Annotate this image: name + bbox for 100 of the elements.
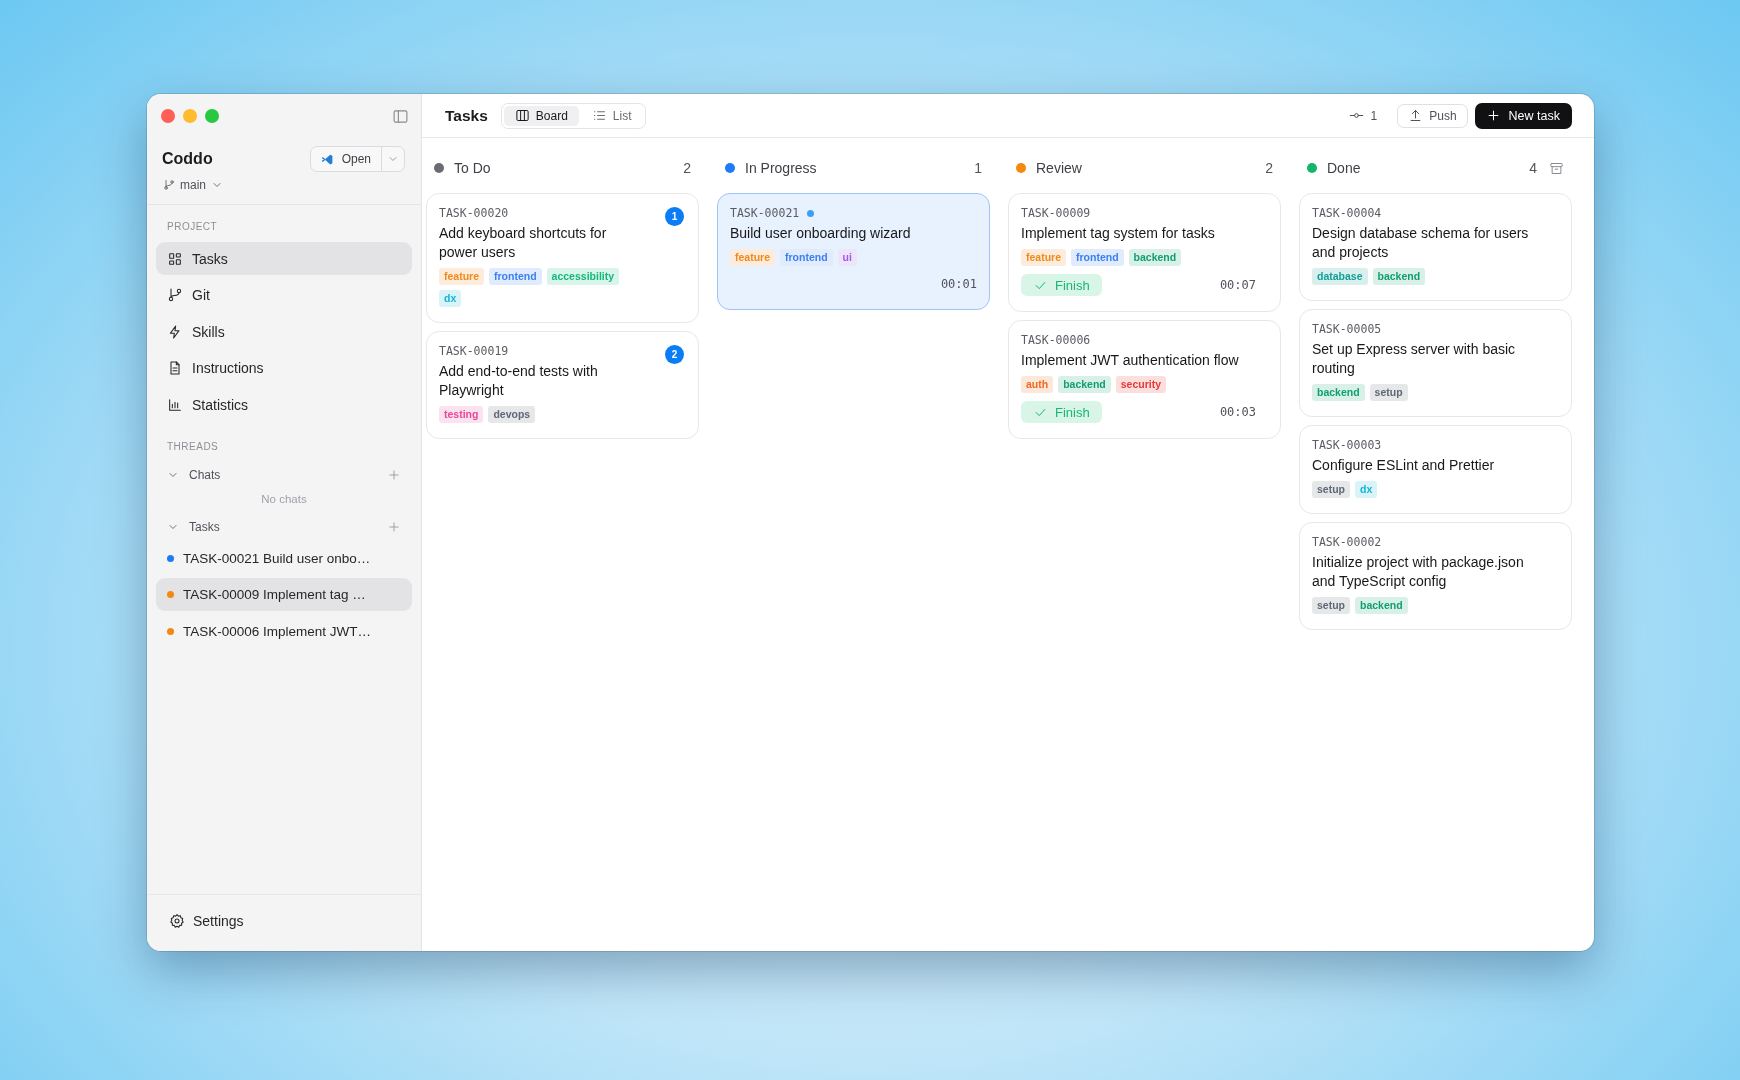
task-id: TASK-00019 [439, 344, 509, 358]
task-card[interactable]: TASK-00002 Initialize project with package.json and TypeScript config setup backend [1299, 522, 1572, 630]
column-title: Done [1327, 160, 1361, 176]
tag: backend [1128, 249, 1182, 266]
tag: dx [439, 290, 462, 307]
task-title: Configure ESLint and Prettier [1312, 456, 1496, 475]
thread-item[interactable]: TASK-00021 Build user onbo… [156, 541, 412, 575]
task-card[interactable]: TASK-00004 Design database schema for users and projects database backend [1299, 193, 1572, 301]
group-toggle[interactable]: Chats [167, 467, 221, 482]
thread-label: TASK-00009 Implement tag … [183, 587, 366, 602]
task-title: Build user onboarding wizard [730, 224, 912, 243]
column-count: 2 [683, 160, 691, 176]
commits-button[interactable]: 1 [1348, 108, 1378, 123]
tag: auth [1021, 376, 1054, 393]
task-card[interactable]: TASK-00021 Build user onboarding wizard feature frontend ui 00:01 [717, 193, 990, 310]
tag: backend [1058, 376, 1111, 393]
add-icon[interactable] [387, 519, 401, 534]
branch-icon [167, 287, 183, 303]
task-title: Implement JWT authentication flow [1021, 351, 1240, 370]
task-card[interactable]: TASK-00005 Set up Express server with basic routing backend setup [1299, 309, 1572, 417]
section-label: THREADS [166, 439, 220, 454]
nav-item[interactable]: Instructions [156, 351, 412, 385]
column-count: 4 [1529, 160, 1537, 176]
group-toggle[interactable]: Tasks [167, 519, 220, 534]
lightning-icon [167, 323, 183, 340]
tag: feature [730, 249, 775, 266]
task-card[interactable]: TASK-00006 Implement JWT authentication flow auth backend security Finish 00:03 [1008, 320, 1281, 439]
push-button[interactable]: Push [1397, 103, 1468, 128]
task-title: Add keyboard shortcuts for power users [439, 224, 608, 262]
column-count: 2 [1265, 160, 1273, 176]
minimize-button[interactable] [183, 109, 197, 123]
task-title: Add end-to-end tests with Playwright [439, 362, 599, 400]
tag: setup [1312, 597, 1350, 614]
count-badge: 2 [665, 345, 684, 364]
task-id: TASK-00003 [1312, 438, 1382, 452]
branch-icon [163, 179, 175, 191]
settings-button[interactable]: Settings [169, 913, 244, 929]
nav-item[interactable]: Tasks [156, 242, 412, 275]
archive-icon[interactable] [1549, 160, 1564, 176]
column-title: Review [1036, 160, 1082, 176]
section-label: PROJECT [166, 220, 219, 234]
timer: 00:03 [1219, 405, 1256, 419]
column-title: In Progress [745, 160, 817, 176]
plus-icon [1485, 108, 1501, 123]
bar-chart-icon [167, 396, 183, 413]
task-id: TASK-00006 [1021, 333, 1091, 347]
task-title: Implement tag system for tasks [1021, 224, 1216, 243]
task-card[interactable]: TASK-00019 Add end-to-end tests with Playwright testing devops 2 [426, 331, 699, 439]
thread-item[interactable]: TASK-00009 Implement tag … [156, 578, 412, 611]
tag: feature [439, 268, 484, 285]
empty-message: No chats [260, 491, 308, 507]
task-card[interactable]: TASK-00009 Implement tag system for tasks feature frontend backend Finish 00:07 [1008, 193, 1281, 312]
tag: database [1312, 268, 1368, 285]
upload-icon [1408, 108, 1424, 123]
task-id: TASK-00002 [1312, 535, 1382, 549]
task-id: TASK-00005 [1312, 322, 1382, 336]
tag: feature [1021, 249, 1066, 266]
timer: 00:01 [940, 277, 977, 291]
columns-icon [514, 108, 530, 123]
task-title: Initialize project with package.json and TypeScript config [1312, 553, 1525, 591]
task-id: TASK-00020 [439, 206, 509, 220]
sidebar-toggle-icon[interactable] [392, 107, 409, 125]
tag: backend [1312, 384, 1365, 401]
tag: setup [1312, 481, 1350, 498]
open-button[interactable]: Open [310, 147, 382, 171]
grid-icon [167, 250, 183, 267]
tag: setup [1369, 384, 1408, 401]
page-title: Tasks [445, 106, 488, 125]
view-tab[interactable]: List [580, 105, 643, 126]
project-name: Coddo [162, 150, 213, 168]
tag: frontend [1071, 249, 1124, 266]
view-tab[interactable]: Board [503, 105, 579, 126]
tag: frontend [489, 268, 542, 285]
count-badge: 1 [665, 207, 684, 226]
zoom-button[interactable] [205, 109, 219, 123]
task-card[interactable]: TASK-00020 Add keyboard shortcuts for power users feature frontend accessibility dx 1 [426, 193, 699, 323]
task-card[interactable]: TASK-00003 Configure ESLint and Prettier setup dx [1299, 425, 1572, 514]
nav-item[interactable]: Statistics [156, 388, 412, 421]
task-id: TASK-00009 [1021, 206, 1091, 220]
tag: testing [439, 406, 484, 423]
task-id: TASK-00021 [730, 206, 800, 220]
tag: devops [488, 406, 536, 423]
column-title: To Do [454, 160, 491, 176]
tag: security [1115, 376, 1167, 393]
tag: frontend [780, 249, 833, 266]
nav-item[interactable]: Skills [156, 315, 412, 348]
thread-item[interactable]: TASK-00006 Implement JWT… [156, 614, 412, 648]
branch-selector[interactable]: main [163, 178, 223, 192]
editor-icon [320, 152, 334, 166]
add-icon[interactable] [387, 467, 401, 482]
task-title: Set up Express server with basic routing [1312, 340, 1517, 378]
close-button[interactable] [161, 109, 175, 123]
tag: backend [1355, 597, 1408, 614]
timer: 00:07 [1219, 278, 1256, 292]
new-task-button[interactable]: New task [1474, 102, 1572, 129]
thread-label: TASK-00006 Implement JWT… [183, 623, 372, 639]
tag: dx [1355, 481, 1378, 498]
nav-item[interactable]: Git [156, 278, 412, 312]
tag: ui [837, 249, 857, 266]
thread-label: TASK-00021 Build user onbo… [183, 550, 371, 566]
